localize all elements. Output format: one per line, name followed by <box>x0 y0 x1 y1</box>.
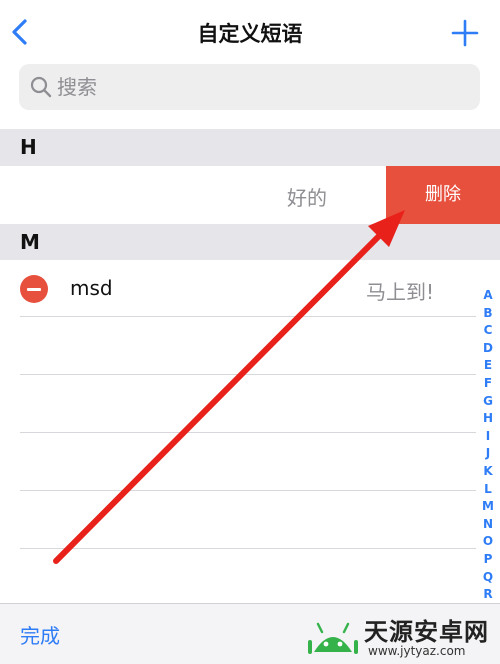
index-letter[interactable]: N <box>481 516 495 534</box>
search-bar[interactable] <box>19 64 480 110</box>
add-button[interactable] <box>450 18 480 48</box>
index-letter[interactable]: Q <box>481 569 495 587</box>
index-letter[interactable]: H <box>481 410 495 428</box>
row-divider <box>20 548 476 549</box>
delete-circle-icon[interactable] <box>20 275 48 303</box>
index-letter[interactable]: P <box>481 551 495 569</box>
row-divider <box>20 432 476 433</box>
index-letter[interactable]: I <box>481 428 495 446</box>
page-title: 自定义短语 <box>197 22 303 46</box>
watermark-name: 天源安卓网 <box>364 618 489 646</box>
delete-button[interactable]: 删除 <box>386 166 500 224</box>
search-icon <box>30 76 52 98</box>
done-button[interactable]: 完成 <box>20 620 60 649</box>
row-divider <box>20 374 476 375</box>
android-logo-icon <box>308 622 358 654</box>
alphabet-index[interactable]: ABCDEFGHIJKLMNOPQR <box>481 287 495 604</box>
watermark-url: www.jytyaz.com <box>368 644 466 658</box>
index-letter[interactable]: F <box>481 375 495 393</box>
phrase-text: 马上到! <box>365 280 434 304</box>
index-letter[interactable]: G <box>481 393 495 411</box>
section-header-h: H <box>0 129 500 166</box>
navigation-bar: 自定义短语 <box>0 0 500 62</box>
list-item[interactable]: msd 马上到! <box>0 260 500 318</box>
index-letter[interactable]: J <box>481 445 495 463</box>
list-item[interactable]: 好的 删除 <box>0 166 500 224</box>
index-letter[interactable]: R <box>481 586 495 604</box>
section-header-m: M <box>0 224 500 261</box>
index-letter[interactable]: A <box>481 287 495 305</box>
index-letter[interactable]: M <box>481 498 495 516</box>
row-divider <box>20 490 476 491</box>
index-letter[interactable]: B <box>481 305 495 323</box>
phrase-text: 好的 <box>287 186 327 210</box>
watermark: 天源安卓网 www.jytyaz.com <box>300 608 500 664</box>
index-letter[interactable]: L <box>481 481 495 499</box>
index-letter[interactable]: D <box>481 340 495 358</box>
shortcut-text: msd <box>70 276 113 300</box>
search-input[interactable] <box>57 64 457 110</box>
index-letter[interactable]: C <box>481 322 495 340</box>
index-letter[interactable]: E <box>481 357 495 375</box>
plus-icon <box>451 19 479 47</box>
index-letter[interactable]: K <box>481 463 495 481</box>
row-divider <box>20 316 476 317</box>
index-letter[interactable]: O <box>481 533 495 551</box>
